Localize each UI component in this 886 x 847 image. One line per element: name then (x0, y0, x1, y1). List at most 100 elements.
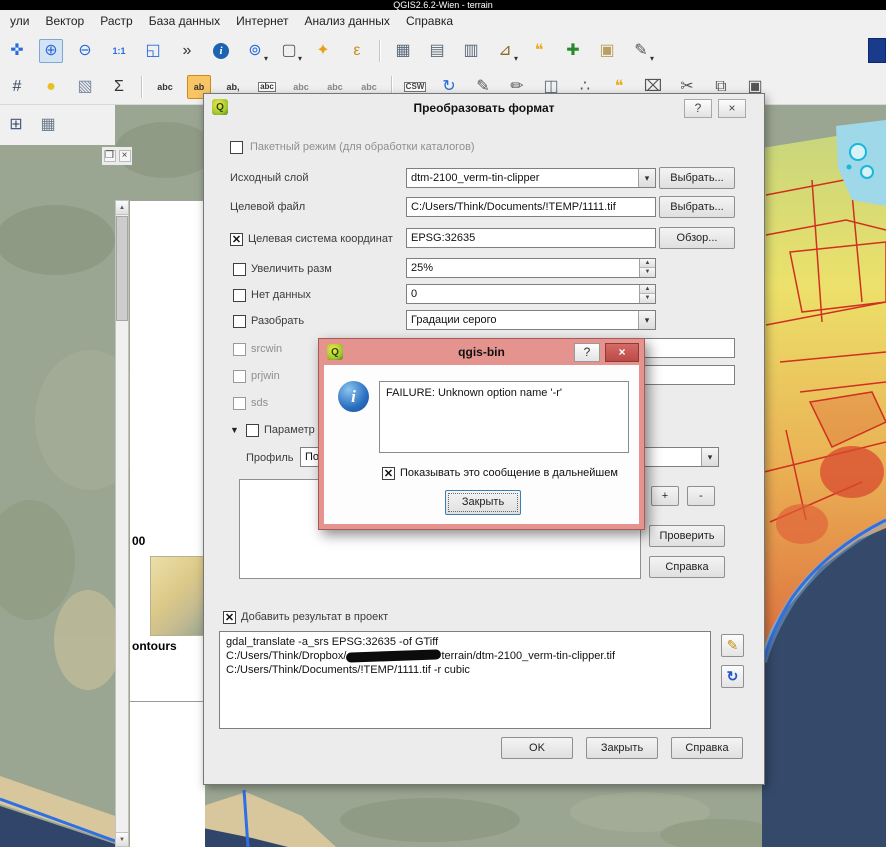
nodata-spinbox[interactable]: 0 (406, 284, 656, 304)
dock-close-icon[interactable]: × (119, 150, 131, 162)
identify-features-icon[interactable]: i (209, 39, 233, 63)
srcwin-checkbox[interactable] (233, 343, 246, 356)
spin-down-icon[interactable] (639, 294, 655, 303)
add-to-project-checkbox[interactable] (223, 611, 236, 624)
add-to-project-label: Добавить результат в проект (241, 610, 388, 624)
batch-mode-label: Пакетный режим (для обработки каталогов) (250, 140, 475, 154)
legend-scrollbar[interactable]: ▲ ▼ (115, 200, 129, 847)
expand-combo[interactable]: Градации серого (406, 310, 656, 330)
label-abc-icon[interactable]: abc (153, 75, 177, 99)
menu-raster[interactable]: Растр (92, 11, 140, 31)
prjwin-checkbox[interactable] (233, 370, 246, 383)
ok-button[interactable]: OK (501, 737, 573, 759)
menu-plugins[interactable]: ули (2, 11, 37, 31)
menu-database[interactable]: База данных (141, 11, 228, 31)
close-button[interactable]: Закрыть (586, 737, 658, 759)
zoom-in-icon[interactable]: ⊕ (39, 39, 63, 63)
legend-item-dtm[interactable]: 00 (132, 534, 145, 548)
batch-mode-checkbox[interactable] (230, 141, 243, 154)
dock-float-icon[interactable]: ❐ (104, 150, 116, 162)
scroll-up-icon[interactable]: ▲ (116, 201, 128, 215)
menu-vector[interactable]: Вектор (37, 11, 92, 31)
window-titlebar[interactable]: QGIS2.6.2-Wien - terrain (0, 0, 886, 10)
command-text[interactable]: gdal_translate -a_srs EPSG:32635 -of GTi… (219, 631, 711, 729)
add-param-button[interactable]: + (651, 486, 679, 506)
remove-param-button[interactable]: - (687, 486, 715, 506)
statistics-icon[interactable]: Σ (107, 75, 131, 99)
creation-options-checkbox[interactable] (246, 424, 259, 437)
layers-overlap-icon[interactable]: ▦ (36, 113, 60, 137)
new-bookmark-icon[interactable]: ✚ (561, 39, 585, 63)
target-file-field[interactable]: C:/Users/Think/Documents/!TEMP/1111.tif (406, 197, 656, 217)
side-help-button[interactable]: Справка (649, 556, 725, 578)
legend-item-contours[interactable]: ontours (132, 639, 177, 653)
dropdown-arrow-icon[interactable] (638, 311, 655, 329)
error-help-button[interactable]: ? (574, 343, 600, 362)
show-bookmarks-icon[interactable]: ▣ (595, 39, 619, 63)
grid-icon[interactable]: # (5, 75, 29, 99)
target-crs-field[interactable]: EPSG:32635 (406, 228, 656, 248)
elevation-red-zone (820, 446, 884, 498)
prjwin-label: prjwin (251, 369, 280, 383)
select-features-icon[interactable]: ▢▾ (277, 39, 301, 63)
dropdown-caret-icon: ▾ (650, 54, 654, 63)
text-annotation-icon[interactable]: ✎▾ (629, 39, 653, 63)
select-by-expression-icon[interactable]: ε (345, 39, 369, 63)
new-layer-icon[interactable]: ● (39, 75, 63, 99)
dock-toggle-icon[interactable] (868, 38, 886, 63)
map-tips-icon[interactable]: ❝ (527, 39, 551, 63)
expand-checkbox[interactable] (233, 315, 246, 328)
outsize-checkbox[interactable] (233, 263, 246, 276)
error-message-box[interactable]: FAILURE: Unknown option name '-r' (379, 381, 629, 453)
nodata-checkbox[interactable] (233, 289, 246, 302)
attribute-table-icon[interactable]: ▦ (391, 39, 415, 63)
source-select-button[interactable]: Выбрать... (659, 167, 735, 189)
edit-command-button[interactable]: ✎ (721, 634, 744, 657)
dialog-titlebar[interactable]: Q Преобразовать формат ? × (204, 94, 764, 122)
sds-checkbox[interactable] (233, 397, 246, 410)
field-calculator-icon[interactable]: ▤ (425, 39, 449, 63)
validate-button[interactable]: Проверить (649, 525, 725, 547)
source-layer-combo[interactable]: dtm-2100_verm-tin-clipper (406, 168, 656, 188)
raster-overlap-icon[interactable]: ▧ (73, 75, 97, 99)
zoom-actual-icon[interactable]: 1:1 (107, 39, 131, 63)
expander-icon[interactable]: ▼ (230, 425, 239, 435)
filtered-table-icon[interactable]: ▥ (459, 39, 483, 63)
spin-up-icon[interactable] (639, 259, 655, 268)
outsize-spinbox[interactable]: 25% (406, 258, 656, 278)
scrollbar-thumb[interactable] (116, 216, 128, 321)
menu-processing[interactable]: Анализ данных (297, 11, 398, 31)
target-file-value: C:/Users/Think/Documents/!TEMP/1111.tif (407, 198, 655, 213)
toolbar-separator (141, 76, 143, 98)
zoom-full-icon[interactable]: ◱ (141, 39, 165, 63)
dialog-close-button[interactable]: × (718, 99, 746, 118)
feature-action-icon[interactable]: ✦ (311, 39, 335, 63)
crs-browse-button[interactable]: Обзор... (659, 227, 735, 249)
refresh-command-button[interactable]: ↻ (721, 665, 744, 688)
toolbar-overflow-icon[interactable]: » (175, 39, 199, 63)
dialog-help-button[interactable]: ? (684, 99, 712, 118)
scroll-down-icon[interactable]: ▼ (116, 832, 128, 846)
target-crs-checkbox[interactable] (230, 233, 243, 246)
expand-value: Градации серого (407, 311, 655, 326)
elevation-red-zone-2 (776, 504, 828, 544)
zoom-to-selection-icon[interactable]: ⊚▾ (243, 39, 267, 63)
error-close-button[interactable]: × (605, 343, 639, 362)
pan-map-icon[interactable]: ✜ (5, 39, 29, 63)
help-button[interactable]: Справка (671, 737, 743, 759)
panel-titlebar-buttons: ❐ × (102, 147, 132, 165)
menu-web[interactable]: Интернет (228, 11, 296, 31)
dropdown-arrow-icon[interactable] (638, 169, 655, 187)
error-message: FAILURE: Unknown option name '-r' (386, 387, 562, 399)
raster-legend-thumbnail[interactable] (150, 556, 204, 636)
spin-down-icon[interactable] (639, 268, 655, 277)
error-dialog-close-button[interactable]: Закрыть (445, 490, 521, 515)
target-select-button[interactable]: Выбрать... (659, 196, 735, 218)
show-again-checkbox[interactable] (382, 467, 395, 480)
menu-help[interactable]: Справка (398, 11, 461, 31)
spin-up-icon[interactable] (639, 285, 655, 294)
zoom-out-icon[interactable]: ⊖ (73, 39, 97, 63)
digitizing-grid-icon[interactable]: ⊞ (4, 113, 28, 137)
dropdown-arrow-icon[interactable] (701, 448, 718, 466)
measure-icon[interactable]: ⊿▾ (493, 39, 517, 63)
